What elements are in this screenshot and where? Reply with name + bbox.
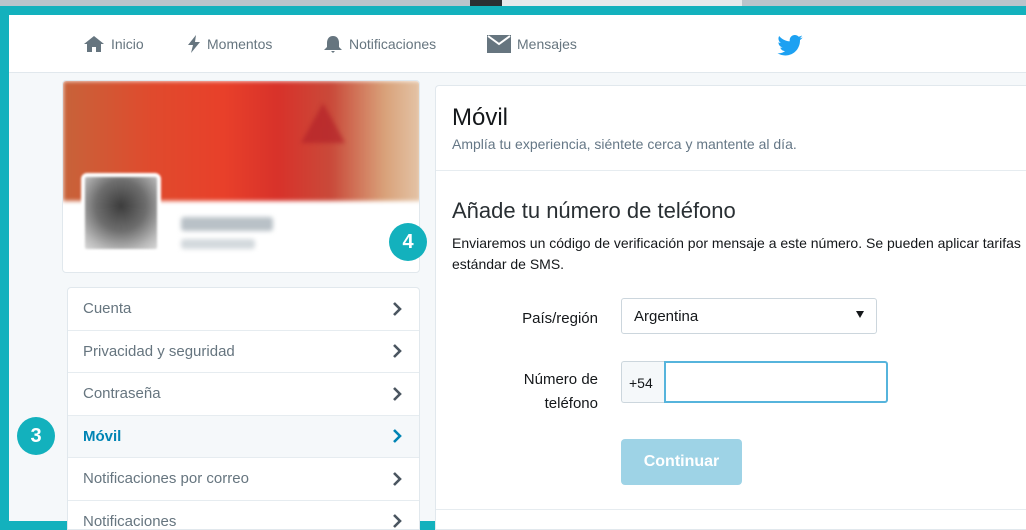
sidebar-item-label: Contraseña	[83, 385, 161, 403]
section-title: Añade tu número de teléfono	[452, 198, 736, 223]
caret-down-icon	[856, 311, 864, 318]
chevron-right-icon	[393, 471, 402, 486]
home-icon	[84, 36, 104, 52]
page-title: Móvil	[452, 104, 509, 131]
step-badge-3: 3	[17, 417, 55, 455]
nav-moments[interactable]: Momentos	[187, 35, 272, 53]
page-subtitle: Amplía tu experiencia, siéntete cerca y …	[452, 136, 797, 152]
chevron-right-icon	[393, 429, 402, 444]
nav-messages[interactable]: Mensajes	[487, 35, 577, 53]
nav-notifications[interactable]: Notificaciones	[323, 35, 436, 53]
profile-banner-decoration	[301, 103, 345, 143]
mobile-settings-panel: Móvil Amplía tu experiencia, siéntete ce…	[435, 85, 1026, 530]
country-label: País/región	[522, 310, 598, 327]
chevron-right-icon	[393, 386, 402, 401]
sidebar-item-email-notifications[interactable]: Notificaciones por correo	[68, 458, 419, 501]
lightning-icon	[188, 35, 200, 53]
country-select[interactable]: Argentina	[621, 298, 877, 334]
profile-handle-blurred	[181, 239, 255, 249]
profile-card[interactable]	[62, 80, 420, 273]
nav-home-label: Inicio	[111, 36, 144, 52]
twitter-logo[interactable]	[777, 35, 803, 61]
profile-name-blurred	[181, 217, 273, 231]
sidebar-item-mobile[interactable]: Móvil	[68, 415, 419, 458]
sidebar-item-account[interactable]: Cuenta	[68, 288, 419, 331]
settings-menu: Cuenta Privacidad y seguridad Contraseña…	[67, 287, 420, 530]
step-badge-4: 4	[389, 223, 427, 261]
sidebar-item-label: Privacidad y seguridad	[83, 342, 235, 360]
country-select-value: Argentina	[634, 308, 699, 325]
bell-icon	[324, 36, 342, 53]
chevron-right-icon	[393, 344, 402, 359]
chevron-right-icon	[393, 514, 402, 529]
phone-label: Número de teléfono	[523, 371, 598, 412]
sidebar-item-password[interactable]: Contraseña	[68, 373, 419, 416]
avatar[interactable]	[81, 173, 161, 253]
nav-messages-label: Mensajes	[517, 36, 577, 52]
nav-home[interactable]: Inicio	[83, 35, 144, 53]
sidebar-item-label: Móvil	[83, 427, 122, 445]
sidebar-item-privacy[interactable]: Privacidad y seguridad	[68, 331, 419, 373]
nav-notifications-label: Notificaciones	[349, 36, 437, 52]
sidebar-item-label: Notificaciones por correo	[83, 470, 249, 488]
sidebar-item-label: Notificaciones	[83, 512, 177, 530]
sidebar-item-label: Cuenta	[83, 300, 132, 318]
twitter-bird-icon	[777, 35, 803, 56]
phone-number-input[interactable]	[664, 361, 888, 403]
panel-header: Móvil Amplía tu experiencia, siéntete ce…	[436, 86, 1026, 171]
top-nav-bar: Inicio Momentos Notificaciones Mensajes	[9, 15, 1026, 73]
envelope-icon	[487, 35, 511, 53]
nav-moments-label: Momentos	[207, 36, 273, 52]
continue-button[interactable]: Continuar	[621, 439, 742, 485]
chevron-right-icon	[393, 301, 402, 316]
section-description: Enviaremos un código de verificación por…	[452, 235, 1021, 272]
sidebar-item-notifications[interactable]: Notificaciones	[68, 501, 419, 530]
panel-divider	[436, 509, 1026, 510]
phone-prefix: +54	[621, 361, 665, 403]
